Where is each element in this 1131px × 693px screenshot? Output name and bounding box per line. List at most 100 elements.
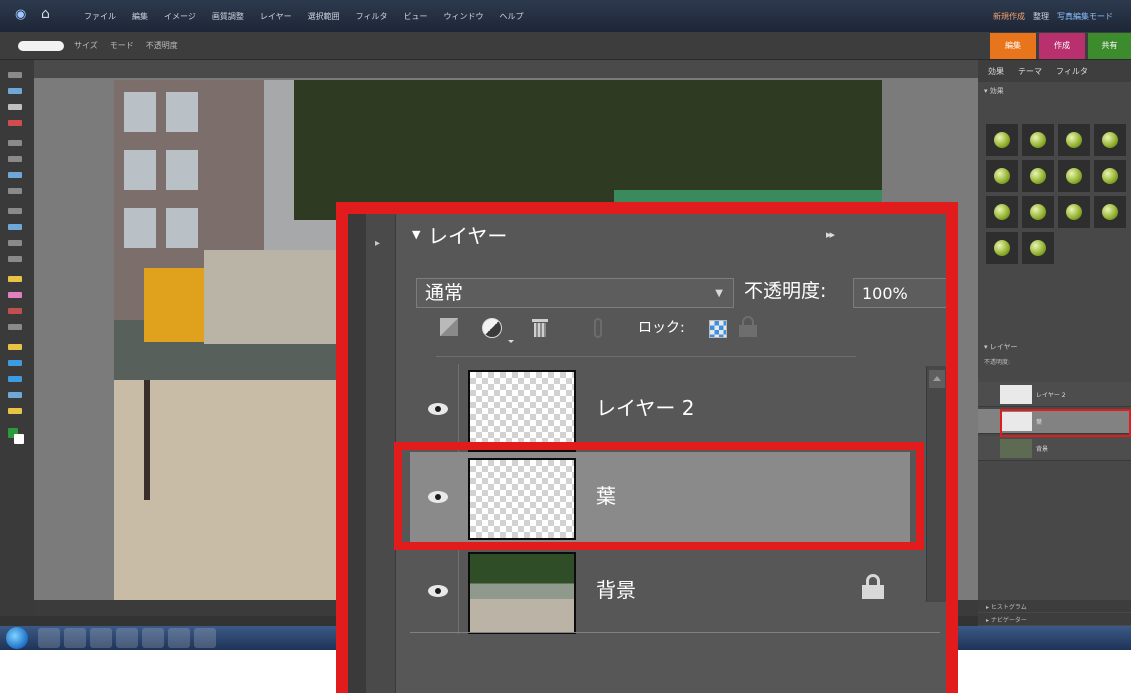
trash-icon[interactable] <box>532 318 548 338</box>
start-button[interactable] <box>6 627 28 649</box>
effect-thumbnail[interactable] <box>986 232 1018 264</box>
new-button[interactable]: 新規作成 <box>993 10 1025 24</box>
collapse-arrow-icon[interactable]: ▸ <box>375 238 380 249</box>
clone-tool-icon[interactable] <box>8 256 22 262</box>
mini-layer-name: レイヤー 2 <box>1036 392 1066 399</box>
organize-button[interactable]: 整理 <box>1033 10 1049 24</box>
pencil-tool-icon[interactable] <box>8 276 22 282</box>
mini-layer-row[interactable]: 背景 <box>978 436 1131 461</box>
tool-options-bar: サイズ モード 不透明度 <box>0 32 1131 60</box>
mini-layers-title[interactable]: ▾ レイヤー <box>984 342 1018 352</box>
effect-thumbnail[interactable] <box>1058 196 1090 228</box>
menu-select[interactable]: 選択範囲 <box>300 10 348 24</box>
gradient-tool-icon[interactable] <box>8 360 22 366</box>
app-taskbar-icon[interactable] <box>116 628 138 648</box>
home-icon[interactable]: ⌂ <box>41 6 55 22</box>
new-layer-icon[interactable] <box>440 318 458 336</box>
effect-thumbnail[interactable] <box>986 160 1018 192</box>
menu-enhance[interactable]: 画質調整 <box>204 10 252 24</box>
eye-icon[interactable] <box>428 403 448 415</box>
mini-layer-row[interactable]: レイヤー 2 <box>978 382 1131 407</box>
move-tool-icon[interactable] <box>8 72 22 78</box>
effect-thumbnail[interactable] <box>986 196 1018 228</box>
smart-brush-tool-icon[interactable] <box>8 324 22 330</box>
marquee-tool-icon[interactable] <box>8 140 22 146</box>
tab-effects[interactable]: 効果 <box>988 66 1004 77</box>
eyedropper-tool-icon[interactable] <box>8 120 22 126</box>
layer-list-scrollbar[interactable] <box>926 366 946 602</box>
tab-filters[interactable]: フィルタ <box>1056 66 1088 77</box>
link-layers-icon[interactable] <box>594 318 602 338</box>
explorer-taskbar-icon[interactable] <box>64 628 86 648</box>
app-taskbar-icon[interactable] <box>194 628 216 648</box>
camera-taskbar-icon[interactable] <box>142 628 164 648</box>
brush-preview[interactable] <box>18 41 64 51</box>
effect-thumbnail[interactable] <box>1058 124 1090 156</box>
text-tool-icon[interactable] <box>8 188 22 194</box>
option-size[interactable]: サイズ <box>74 40 98 52</box>
menu-filter[interactable]: フィルタ <box>348 10 396 24</box>
effect-thumbnail[interactable] <box>1094 160 1126 192</box>
document-tab[interactable] <box>34 60 978 78</box>
lock-transparency-icon[interactable] <box>709 320 727 338</box>
hand-tool-icon[interactable] <box>8 104 22 110</box>
effect-thumbnail[interactable] <box>1058 160 1090 192</box>
word-taskbar-icon[interactable] <box>168 628 190 648</box>
option-opacity[interactable]: 不透明度 <box>146 40 178 52</box>
tab-share[interactable]: 共有 <box>1088 33 1131 59</box>
zoom-tool-icon[interactable] <box>8 88 22 94</box>
sponge-tool-icon[interactable] <box>8 408 22 414</box>
crop-tool-icon[interactable] <box>8 208 22 214</box>
panel-menu-icon[interactable]: ▸▸ <box>826 228 835 241</box>
effects-panel-title[interactable]: ▾ 効果 <box>984 86 1004 96</box>
effect-thumbnail[interactable] <box>1022 196 1054 228</box>
adjustment-menu-caret-icon[interactable] <box>508 340 514 343</box>
paint-bucket-tool-icon[interactable] <box>8 344 22 350</box>
menu-file[interactable]: ファイル <box>76 10 124 24</box>
quick-select-tool-icon[interactable] <box>8 172 22 178</box>
effect-thumbnail[interactable] <box>1022 160 1054 192</box>
brush-tool-icon[interactable] <box>8 308 22 314</box>
layer-row[interactable]: 背景 <box>410 546 910 640</box>
blur-tool-icon[interactable] <box>8 392 22 398</box>
scroll-up-icon[interactable] <box>929 370 945 388</box>
lock-all-icon[interactable] <box>738 316 758 338</box>
menu-help[interactable]: ヘルプ <box>491 10 531 24</box>
lasso-tool-icon[interactable] <box>8 156 22 162</box>
navigator-panel-header[interactable]: ▸ ナビゲーター <box>978 613 1131 625</box>
effect-thumbnail[interactable] <box>1094 196 1126 228</box>
panel-collapse-triangle-icon[interactable]: ▼ <box>412 228 420 241</box>
menu-image[interactable]: イメージ <box>156 10 204 24</box>
menu-edit[interactable]: 編集 <box>124 10 156 24</box>
effect-thumbnail[interactable] <box>1094 124 1126 156</box>
histogram-panel-header[interactable]: ▸ ヒストグラム <box>978 600 1131 612</box>
edit-mode-button[interactable]: 写真編集モード <box>1057 10 1113 24</box>
menu-layer[interactable]: レイヤー <box>252 10 300 24</box>
menu-window[interactable]: ウィンドウ <box>435 10 491 24</box>
media-taskbar-icon[interactable] <box>90 628 112 648</box>
healing-tool-icon[interactable] <box>8 240 22 246</box>
panel-collapse-rail[interactable]: ▸ <box>366 214 396 693</box>
background-color-swatch[interactable] <box>14 434 24 444</box>
blend-mode-select[interactable]: 通常 ▼ <box>416 278 734 308</box>
menubar-right: 新規作成 整理 写真編集モード <box>993 10 1113 24</box>
effect-thumbnail[interactable] <box>1022 232 1054 264</box>
tab-edit[interactable]: 編集 <box>990 33 1036 59</box>
layers-panel-title[interactable]: レイヤー <box>428 224 507 248</box>
effect-thumbnail[interactable] <box>986 124 1018 156</box>
redeye-tool-icon[interactable] <box>8 224 22 230</box>
shape-tool-icon[interactable] <box>8 376 22 382</box>
ie-taskbar-icon[interactable] <box>38 628 60 648</box>
opacity-field[interactable]: 100% <box>853 278 946 308</box>
adjustment-layer-icon[interactable] <box>482 318 502 338</box>
eye-icon[interactable] <box>428 585 448 597</box>
organizer-icon[interactable]: ◉ <box>15 8 31 22</box>
trash-can <box>534 323 546 337</box>
tab-themes[interactable]: テーマ <box>1018 66 1042 77</box>
option-mode[interactable]: モード <box>110 40 134 52</box>
tab-create[interactable]: 作成 <box>1039 33 1085 59</box>
building-window <box>124 92 156 132</box>
effect-thumbnail[interactable] <box>1022 124 1054 156</box>
menu-view[interactable]: ビュー <box>395 10 435 24</box>
eraser-tool-icon[interactable] <box>8 292 22 298</box>
